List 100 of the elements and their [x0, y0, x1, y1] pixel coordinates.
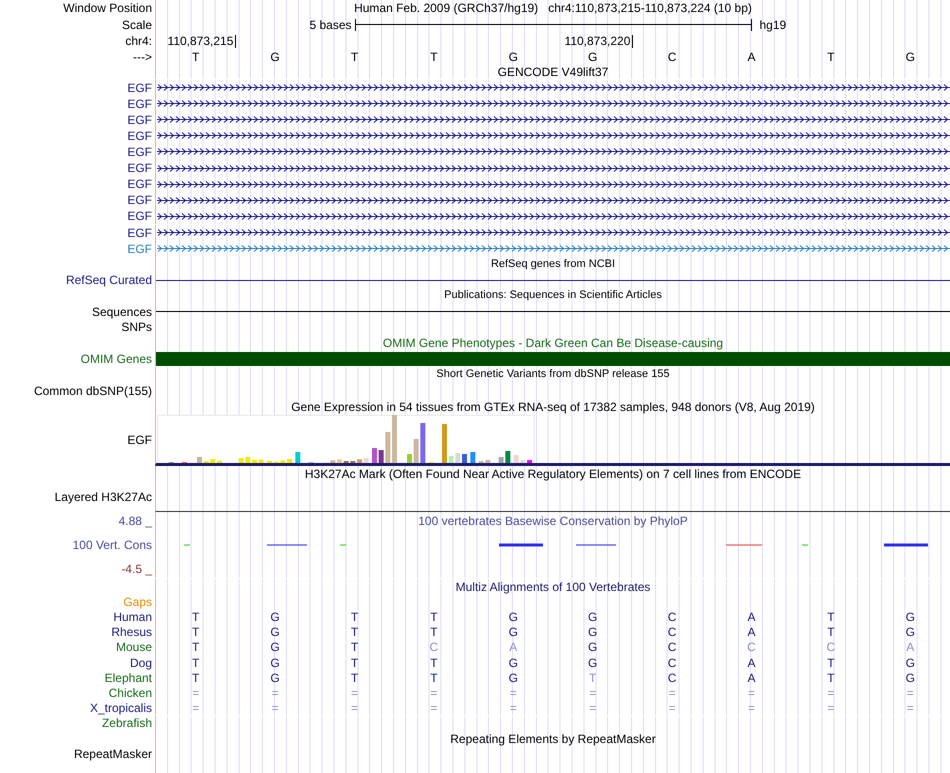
gene-label[interactable]: EGF: [127, 82, 152, 94]
alignment-base: T: [192, 672, 200, 684]
expression-bar: [527, 460, 532, 463]
track-label[interactable]: Layered H3K27Ac: [54, 491, 152, 504]
alignment-base: C: [668, 672, 676, 684]
track-title: OMIM Gene Phenotypes - Dark Green Can Be Disease-causing: [382, 337, 724, 350]
species-label: Zebrafish: [102, 717, 152, 729]
track-title: Short Genetic Variants from dbSNP release 155: [436, 369, 670, 380]
gene-label[interactable]: EGF: [127, 210, 152, 222]
expression-bar: [407, 454, 412, 463]
species-label: Chicken: [108, 686, 152, 699]
gene-label[interactable]: EGF: [127, 162, 152, 174]
alignment-base: =: [192, 702, 200, 714]
gene-label[interactable]: EGF: [127, 98, 152, 110]
gene-label[interactable]: EGF: [127, 130, 152, 142]
track-title: RefSeq genes from NCBI: [490, 259, 616, 270]
alignment-base: T: [192, 611, 200, 624]
track-label[interactable]: RefSeq Curated: [66, 274, 152, 286]
expression-bar: [258, 460, 264, 463]
track-title: 100 vertebrates Basewise Conservation by PhyloP: [418, 515, 688, 528]
track-title: GENCODE V49lift37: [498, 66, 608, 78]
position-tick: 110,873,215: [168, 34, 236, 48]
track-title: Multiz Alignments of 100 Vertebrates: [456, 580, 650, 592]
alignment-base: T: [192, 656, 200, 669]
alignment-base: A: [747, 672, 756, 684]
gene-label[interactable]: EGF: [127, 242, 152, 255]
track-label[interactable]: OMIM Genes: [80, 352, 152, 365]
alignment-base: G: [906, 656, 915, 669]
alignment-base: C: [668, 656, 676, 669]
alignment-base: T: [350, 626, 358, 638]
base-letter: T: [350, 50, 358, 63]
alignment-base: =: [350, 702, 358, 714]
alignment-base: G: [588, 656, 598, 669]
track-label: -4.5 _: [121, 563, 152, 576]
alignment-base: C: [826, 641, 836, 654]
base-letter: G: [588, 50, 598, 63]
alignment-base: T: [350, 611, 358, 624]
alignment-base: C: [747, 641, 756, 654]
alignment-base: T: [827, 656, 835, 669]
alignment-base: G: [508, 611, 518, 624]
track-label: --->: [133, 50, 152, 63]
track-label[interactable]: 100 Vert. Cons: [72, 539, 152, 552]
alignment-base: T: [430, 611, 438, 624]
alignment-base: A: [747, 626, 756, 638]
track-title: Gene Expression in 54 tissues from GTEx RNA-seq of 17382 samples, 948 donors (V8, Aug 2019): [291, 400, 815, 413]
alignment-base: =: [589, 702, 596, 714]
base-letter: T: [192, 50, 200, 63]
alignment-base: G: [270, 626, 280, 638]
alignment-base: =: [350, 686, 358, 699]
alignment-base: =: [748, 686, 755, 699]
alignment-base: G: [270, 656, 280, 669]
track-label: SNPs: [121, 321, 152, 334]
alignment-base: T: [430, 626, 438, 638]
alignment-base: G: [508, 656, 518, 669]
expression-bar: [357, 459, 362, 463]
species-label: Dog: [130, 656, 152, 669]
expression-bar: [442, 424, 447, 463]
scale-assembly: hg19: [758, 18, 788, 31]
expression-bar: [372, 448, 377, 463]
alignment-base: T: [430, 672, 438, 684]
alignment-base: T: [827, 672, 835, 684]
alignment-base: A: [906, 641, 914, 654]
alignment-base: =: [510, 686, 517, 699]
alignment-base: =: [272, 702, 279, 714]
expression-bar: [295, 452, 300, 463]
track-title: H3K27Ac Mark (Often Found Near Active Regulatory Elements) on 7 cell lines from ENCODE: [304, 468, 802, 480]
alignment-base: T: [350, 672, 358, 684]
alignment-base: G: [508, 672, 518, 684]
track-label: 4.88 _: [118, 515, 152, 528]
alignment-base: G: [588, 611, 598, 624]
base-letter: C: [668, 50, 676, 63]
base-letter: G: [508, 50, 518, 63]
alignment-base: G: [270, 611, 280, 624]
alignment-base: =: [510, 702, 517, 714]
base-letter: A: [747, 50, 756, 63]
track-label: Window Position: [63, 2, 152, 14]
gene-label[interactable]: EGF: [127, 114, 152, 126]
alignment-base: A: [509, 641, 518, 654]
track-label[interactable]: Common dbSNP(155): [34, 384, 152, 397]
track-label[interactable]: Sequences: [92, 306, 152, 318]
alignment-base: =: [906, 702, 914, 714]
gene-label[interactable]: EGF: [127, 226, 152, 239]
alignment-base: T: [827, 611, 835, 624]
alignment-base: T: [350, 641, 358, 654]
track-label[interactable]: EGF: [127, 434, 152, 446]
alignment-base: G: [906, 611, 915, 624]
track-label[interactable]: RepeatMasker: [74, 748, 152, 760]
alignment-base: T: [430, 656, 438, 669]
gene-label[interactable]: EGF: [127, 194, 152, 206]
track-title: Publications: Sequences in Scientific Articles: [444, 290, 662, 302]
expression-bar: [462, 454, 467, 463]
alignment-base: T: [827, 626, 835, 638]
scale-length: 5 bases: [309, 18, 352, 31]
assembly-title: Human Feb. 2009 (GRCh37/hg19): [354, 2, 538, 14]
base-letter: G: [270, 50, 280, 63]
alignment-base: T: [589, 672, 596, 684]
gene-label[interactable]: EGF: [127, 178, 152, 190]
alignment-base: =: [906, 686, 914, 699]
gene-label[interactable]: EGF: [127, 146, 152, 158]
alignment-base: G: [508, 626, 518, 638]
